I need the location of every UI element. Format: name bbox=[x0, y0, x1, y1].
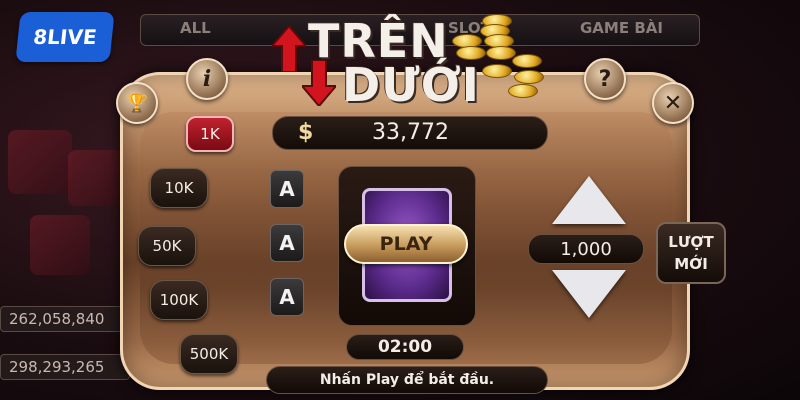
up-arrow-icon bbox=[269, 24, 309, 76]
card-slot: A bbox=[270, 170, 304, 208]
tab-all[interactable]: ALL bbox=[180, 19, 211, 37]
bet-500k-button[interactable]: 500K bbox=[180, 334, 238, 374]
balance-value: 33,772 bbox=[372, 120, 449, 145]
bet-50k-button[interactable]: 50K bbox=[138, 226, 196, 266]
new-round-button[interactable]: LƯỢT MỚI bbox=[656, 222, 726, 284]
close-icon: ✕ bbox=[663, 90, 683, 116]
info-icon: i bbox=[202, 66, 212, 92]
dollar-icon: $ bbox=[298, 120, 314, 145]
increase-bet-button[interactable] bbox=[552, 176, 626, 224]
help-icon: ? bbox=[598, 66, 612, 92]
game-title-duoi: DƯỚI bbox=[342, 58, 480, 112]
dice-decor bbox=[8, 130, 72, 194]
new-round-label-line2: MỚI bbox=[674, 255, 708, 273]
status-message: Nhấn Play để bắt đầu. bbox=[266, 366, 548, 394]
decrease-bet-button[interactable] bbox=[552, 270, 626, 318]
bet-100k-button[interactable]: 100K bbox=[150, 280, 208, 320]
card-slot: A bbox=[270, 224, 304, 262]
play-button[interactable]: PLAY bbox=[344, 224, 468, 264]
close-button[interactable]: ✕ bbox=[652, 82, 694, 124]
card-slot: A bbox=[270, 278, 304, 316]
trophy-button[interactable]: 🏆 bbox=[116, 82, 158, 124]
side-balance: 298,293,265 bbox=[0, 354, 130, 380]
help-button[interactable]: ? bbox=[584, 58, 626, 100]
bet-10k-button[interactable]: 10K bbox=[150, 168, 208, 208]
dice-decor bbox=[68, 150, 124, 206]
tab-game-bai[interactable]: GAME BÀI bbox=[580, 19, 663, 37]
brand-logo: 8LIVE bbox=[15, 12, 115, 62]
trophy-icon: 🏆 bbox=[125, 92, 149, 114]
info-button[interactable]: i bbox=[186, 58, 228, 100]
countdown-timer: 02:00 bbox=[346, 334, 464, 360]
dice-decor bbox=[30, 215, 90, 275]
bet-1k-button[interactable]: 1K bbox=[186, 116, 234, 152]
side-balance: 262,058,840 bbox=[0, 306, 130, 332]
bet-amount: 1,000 bbox=[528, 234, 644, 264]
new-round-label-line1: LƯỢT bbox=[668, 233, 714, 251]
